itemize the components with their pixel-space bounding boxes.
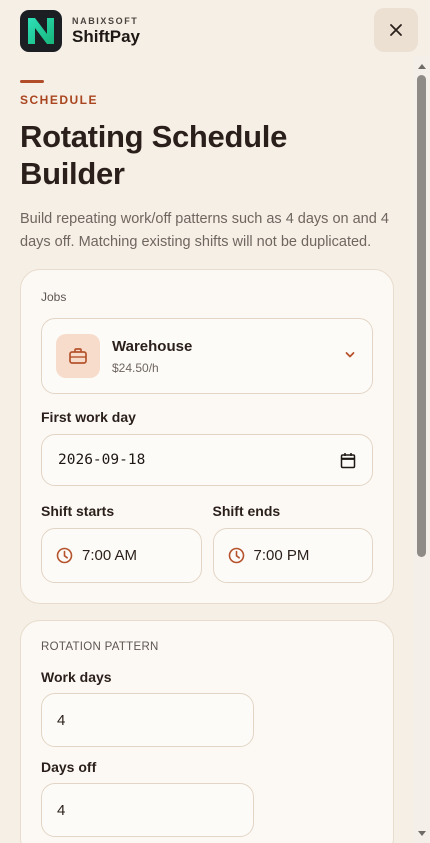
page-description: Build repeating work/off patterns such a… [20, 211, 389, 250]
briefcase-icon [56, 334, 100, 378]
scroll-up-arrow-icon[interactable] [417, 62, 427, 70]
app-logo [20, 10, 62, 52]
first-work-day-label: First work day [41, 409, 136, 425]
page-eyebrow: SCHEDULE [20, 93, 99, 107]
brand-company: NABIXSOFT [72, 15, 139, 26]
job-card: Jobs Warehouse $24.50/h First work day 2… [20, 269, 394, 604]
page-title: Rotating Schedule Builder [20, 119, 288, 191]
brand: NABIXSOFT ShiftPay [72, 16, 140, 47]
shift-starts-input[interactable]: 7:00 AM [41, 528, 202, 583]
first-work-day-value: 2026-09-18 [58, 452, 146, 468]
job-name: Warehouse [112, 337, 193, 355]
chevron-down-icon [345, 352, 355, 358]
shift-starts-label: Shift starts [41, 503, 115, 519]
calendar-icon[interactable] [340, 452, 356, 469]
close-button[interactable] [374, 8, 418, 52]
scroll-area[interactable]: SCHEDULE Rotating Schedule Builder Build… [0, 62, 414, 843]
clock-icon [56, 547, 73, 564]
accent-line [20, 80, 44, 83]
rotation-card: ROTATION PATTERN Work days 4 Days off 4 [20, 620, 394, 843]
first-work-day-input[interactable]: 2026-09-18 [41, 434, 373, 486]
days-off-input[interactable]: 4 [41, 783, 254, 837]
shift-starts-value: 7:00 AM [82, 547, 138, 564]
work-days-input[interactable]: 4 [41, 693, 254, 747]
rotation-section-label: ROTATION PATTERN [41, 641, 159, 653]
scrollbar[interactable] [414, 56, 430, 843]
work-days-label: Work days [41, 669, 112, 685]
logo-n-icon [28, 18, 54, 44]
shift-ends-value: 7:00 PM [253, 547, 310, 564]
days-off-label: Days off [41, 759, 97, 775]
close-icon [390, 24, 402, 36]
job-rate: $24.50/h [112, 360, 159, 375]
scrollbar-thumb[interactable] [417, 75, 426, 557]
brand-name: ShiftPay [72, 26, 141, 46]
job-select[interactable]: Warehouse $24.50/h [41, 318, 373, 394]
jobs-label: Jobs [41, 290, 67, 304]
shift-ends-label: Shift ends [212, 503, 281, 519]
shift-ends-input[interactable]: 7:00 PM [212, 528, 373, 583]
clock-icon [228, 547, 244, 564]
app-header: NABIXSOFT ShiftPay [0, 0, 414, 62]
scroll-down-arrow-icon[interactable] [417, 830, 427, 838]
